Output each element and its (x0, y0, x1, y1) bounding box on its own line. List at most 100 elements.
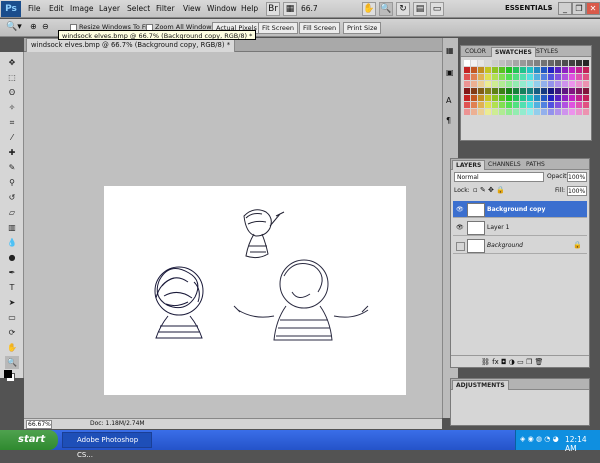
swatch[interactable] (478, 102, 484, 108)
swatch[interactable] (499, 67, 505, 73)
swatch[interactable] (569, 102, 575, 108)
hand-tool-icon[interactable]: ✋ (5, 341, 19, 354)
swatch[interactable] (478, 67, 484, 73)
swatch[interactable] (548, 95, 554, 101)
delete-layer-icon[interactable]: 🗑 (534, 358, 543, 366)
layer-row-background[interactable]: Background 🔒 (453, 237, 587, 254)
swatch[interactable] (534, 102, 540, 108)
3d-rotate-tool-icon[interactable]: ⟳ (5, 326, 19, 339)
tab-paths[interactable]: PATHS (523, 160, 548, 170)
swatch[interactable] (471, 81, 477, 87)
swatch[interactable] (499, 102, 505, 108)
taskbar-photoshop[interactable]: Adobe Photoshop CS... (62, 432, 152, 459)
tab-styles[interactable]: STYLES (533, 47, 561, 57)
swatch[interactable] (548, 102, 554, 108)
swatch[interactable] (485, 95, 491, 101)
fill-field[interactable]: 100% (567, 186, 587, 196)
swatch[interactable] (492, 88, 498, 94)
swatch[interactable] (555, 67, 561, 73)
swatch[interactable] (583, 102, 589, 108)
swatch[interactable] (499, 74, 505, 80)
document-image[interactable] (104, 186, 406, 395)
swatch[interactable] (569, 67, 575, 73)
swatch[interactable] (555, 74, 561, 80)
bridge-icon[interactable]: Br (266, 2, 280, 16)
swatch[interactable] (471, 60, 477, 66)
menu-image[interactable]: Image (70, 4, 94, 13)
pen-tool-icon[interactable]: ✒ (5, 266, 19, 279)
swatch[interactable] (569, 81, 575, 87)
blend-mode-select[interactable]: Normal (454, 172, 544, 182)
swatch[interactable] (506, 60, 512, 66)
restore-icon[interactable]: ❐ (572, 2, 586, 15)
tab-channels[interactable]: CHANNELS (485, 160, 524, 170)
swatch[interactable] (478, 60, 484, 66)
hand-tool-icon[interactable]: ✋ (362, 2, 376, 16)
swatch[interactable] (492, 74, 498, 80)
swatch[interactable] (464, 95, 470, 101)
rotate-view-icon[interactable]: ↻ (396, 2, 410, 16)
swatch[interactable] (520, 95, 526, 101)
swatch[interactable] (555, 60, 561, 66)
swatch[interactable] (562, 102, 568, 108)
workspace-menu-icon[interactable]: » (548, 4, 552, 12)
swatch[interactable] (541, 88, 547, 94)
swatch[interactable] (527, 109, 533, 115)
history-brush-tool-icon[interactable]: ↺ (5, 191, 19, 204)
swatch[interactable] (534, 60, 540, 66)
swatch[interactable] (506, 88, 512, 94)
crop-tool-icon[interactable]: ⌗ (5, 116, 19, 129)
swatch[interactable] (562, 81, 568, 87)
tab-adjustments[interactable]: ADJUSTMENTS (452, 380, 509, 390)
zoom-tool-icon[interactable]: 🔍 (5, 356, 19, 369)
swatch[interactable] (576, 74, 582, 80)
menu-window[interactable]: Window (207, 4, 237, 13)
swatch[interactable] (492, 60, 498, 66)
blur-tool-icon[interactable]: 💧 (5, 236, 19, 249)
zoom-level-display[interactable]: 66.7 (301, 4, 318, 13)
menu-help[interactable]: Help (241, 4, 258, 13)
swatch[interactable] (548, 74, 554, 80)
eye-icon[interactable]: 👁 (456, 224, 464, 231)
layer-style-icon[interactable]: fx (492, 358, 499, 366)
start-button[interactable]: start (0, 430, 58, 450)
paragraph-panel-icon[interactable]: ¶ (446, 116, 451, 125)
swatch[interactable] (485, 102, 491, 108)
swatch[interactable] (513, 88, 519, 94)
menu-file[interactable]: File (28, 4, 41, 13)
swatch[interactable] (541, 95, 547, 101)
swatch[interactable] (513, 74, 519, 80)
menu-edit[interactable]: Edit (49, 4, 64, 13)
path-selection-tool-icon[interactable]: ➤ (5, 296, 19, 309)
swatch[interactable] (562, 88, 568, 94)
eraser-tool-icon[interactable]: ▱ (5, 206, 19, 219)
swatch[interactable] (541, 109, 547, 115)
layer-row-layer-1[interactable]: 👁 Layer 1 (453, 219, 587, 236)
swatch[interactable] (492, 109, 498, 115)
swatch[interactable] (499, 60, 505, 66)
minimize-icon[interactable]: _ (558, 2, 572, 15)
canvas-area[interactable] (24, 52, 442, 418)
swatch[interactable] (464, 109, 470, 115)
swatch[interactable] (499, 95, 505, 101)
swatches-grid[interactable] (464, 60, 589, 116)
layer-row-background-copy[interactable]: 👁 Background copy (453, 201, 587, 218)
swatch[interactable] (478, 81, 484, 87)
swatch[interactable] (527, 67, 533, 73)
swatch[interactable] (499, 109, 505, 115)
swatch[interactable] (527, 81, 533, 87)
tab-swatches[interactable]: SWATCHES (491, 47, 536, 57)
swatch[interactable] (562, 60, 568, 66)
menu-select[interactable]: Select (127, 4, 150, 13)
swatch[interactable] (478, 109, 484, 115)
swatch[interactable] (541, 67, 547, 73)
swatch[interactable] (583, 109, 589, 115)
swatch[interactable] (576, 81, 582, 87)
swatch[interactable] (513, 60, 519, 66)
new-layer-icon[interactable]: ❐ (526, 358, 532, 366)
swatch[interactable] (492, 102, 498, 108)
swatch[interactable] (492, 95, 498, 101)
eye-icon[interactable]: 👁 (456, 206, 464, 213)
swatch[interactable] (541, 60, 547, 66)
swatch[interactable] (576, 67, 582, 73)
